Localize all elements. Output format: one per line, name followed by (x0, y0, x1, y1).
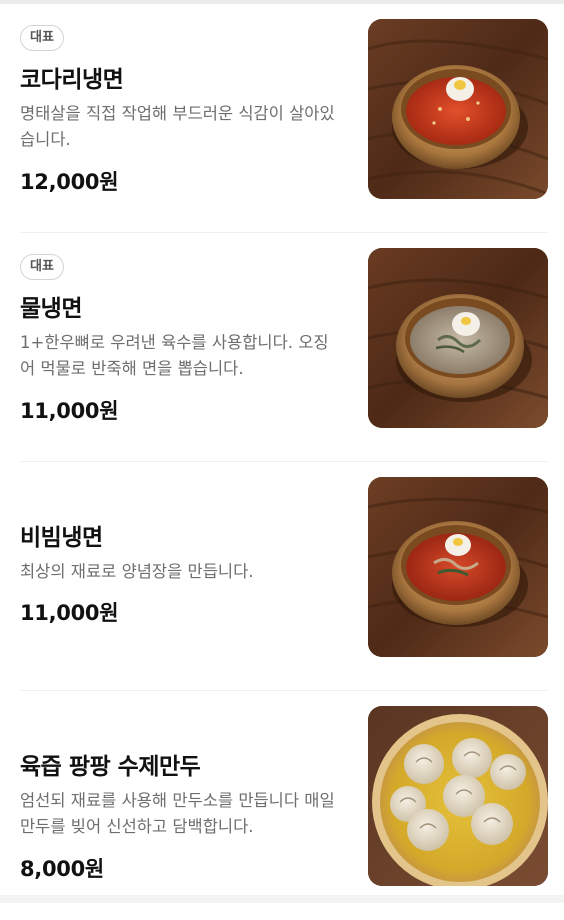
signature-badge: 대표 (20, 254, 64, 280)
menu-list: 대표 코다리냉면 명태살을 직접 작업해 부드러운 식감이 살아있습니다. 12… (0, 4, 564, 920)
menu-item-name: 물냉면 (20, 296, 82, 322)
menu-item-name: 육즙 팡팡 수제만두 (20, 754, 201, 780)
menu-item-description: 1+한우뼈로 우려낸 육수를 사용합니다. 오징어 먹물로 반죽해 면을 뽑습니… (20, 333, 329, 378)
menu-item-description: 최상의 재료로 양념장을 만듭니다. (20, 562, 254, 581)
menu-item-photo[interactable] (368, 19, 548, 199)
menu-item-info: 비빔냉면 최상의 재료로 양념장을 만듭니다. 11,000원 (20, 462, 340, 690)
bibim-naengmyeon-with-pollock-photo (368, 19, 548, 199)
menu-item-price: 11,000원 (20, 399, 119, 423)
menu-item-photo[interactable] (368, 706, 548, 886)
menu-item-price: 11,000원 (20, 601, 119, 625)
menu-item-description: 엄선되 재료를 사용해 만두소를 만듭니다 매일 만두를 빚어 신선하고 담백합… (20, 791, 335, 836)
bibim-naengmyeon-photo (368, 477, 548, 657)
menu-item-name: 비빔냉면 (20, 525, 103, 551)
menu-item-name: 코다리냉면 (20, 67, 124, 93)
menu-item-photo[interactable] (368, 477, 548, 657)
mul-naengmyeon-photo (368, 248, 548, 428)
menu-item-kodari-naengmyeon[interactable]: 대표 코다리냉면 명태살을 직접 작업해 부드러운 식감이 살아있습니다. 12… (20, 4, 548, 233)
bottom-divider (0, 895, 564, 903)
steamed-dumplings-photo (368, 706, 548, 886)
menu-item-mul-naengmyeon[interactable]: 대표 물냉면 1+한우뼈로 우려낸 육수를 사용합니다. 오징어 먹물로 반죽해… (20, 233, 548, 462)
menu-item-bibim-naengmyeon[interactable]: 비빔냉면 최상의 재료로 양념장을 만듭니다. 11,000원 (20, 462, 548, 691)
menu-item-price: 8,000원 (20, 857, 104, 881)
signature-badge: 대표 (20, 25, 64, 51)
menu-item-info: 대표 물냉면 1+한우뼈로 우려낸 육수를 사용합니다. 오징어 먹물로 반죽해… (20, 233, 340, 461)
menu-item-price: 12,000원 (20, 170, 119, 194)
menu-item-info: 대표 코다리냉면 명태살을 직접 작업해 부드러운 식감이 살아있습니다. 12… (20, 4, 340, 232)
menu-item-photo[interactable] (368, 248, 548, 428)
menu-item-info: 육즙 팡팡 수제만두 엄선되 재료를 사용해 만두소를 만듭니다 매일 만두를 … (20, 691, 340, 920)
menu-item-description: 명태살을 직접 작업해 부드러운 식감이 살아있습니다. (20, 104, 335, 149)
menu-item-handmade-dumplings[interactable]: 육즙 팡팡 수제만두 엄선되 재료를 사용해 만두소를 만듭니다 매일 만두를 … (20, 691, 548, 920)
